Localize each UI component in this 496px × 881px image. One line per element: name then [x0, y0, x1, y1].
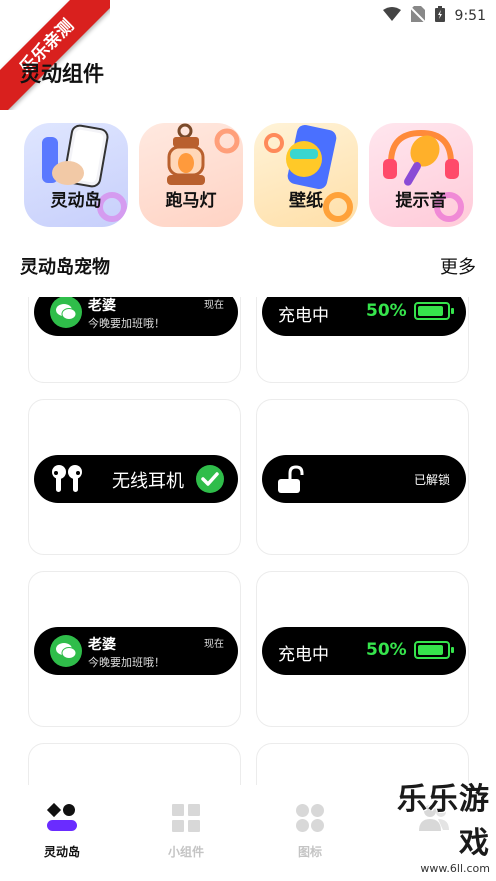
category-label: 壁纸: [289, 191, 323, 211]
wechat-notification-pill: 老婆 今晚要加班哦！ 现在: [34, 297, 238, 336]
widget-card[interactable]: [28, 743, 241, 785]
charging-percent: 50%: [366, 301, 407, 321]
nav-label: 图标: [297, 845, 322, 859]
category-dynamic-island[interactable]: 灵动岛: [24, 123, 128, 227]
category-notification-sound[interactable]: 提示音: [369, 123, 473, 227]
bottom-nav: 灵动岛 小组件 图标 乐乐游戏 www.6ll.com: [0, 782, 496, 881]
nav-label: 小组件: [167, 845, 204, 859]
message-text: 今晚要加班哦！: [88, 656, 165, 669]
widget-card-wechat[interactable]: 老婆 今晚要加班哦！ 现在: [28, 297, 241, 383]
category-label: 跑马灯: [165, 191, 217, 211]
battery-icon: [414, 302, 454, 320]
message-text: 今晚要加班哦！: [88, 317, 165, 330]
widgets-icon: [172, 804, 200, 832]
unlock-icon: [278, 465, 304, 493]
sender-name: 老婆: [88, 298, 116, 314]
dynamic-island-icon: [46, 802, 77, 831]
category-marquee-light[interactable]: 跑马灯: [139, 123, 243, 227]
widget-card-wechat[interactable]: 老婆 今晚要加班哦！ 现在: [28, 571, 241, 727]
watermark-url: www.6ll.com: [420, 862, 490, 875]
message-time: 现在: [204, 639, 224, 650]
section-title: 灵动岛宠物: [20, 257, 110, 278]
widget-card-charging[interactable]: 充电中 50%: [256, 297, 469, 383]
category-row: 灵动岛 跑马灯 壁纸 提示音: [24, 123, 474, 227]
earphones-pill: 无线耳机: [34, 455, 238, 503]
message-time: 现在: [204, 300, 224, 311]
ribbon-text: 乐乐亲测: [0, 0, 110, 110]
unlocked-pill: 已解锁: [262, 455, 466, 503]
category-wallpaper[interactable]: 壁纸: [254, 123, 358, 227]
wechat-icon: [50, 635, 82, 667]
phone-icon: [42, 124, 127, 222]
nav-widgets[interactable]: 小组件: [146, 803, 226, 860]
status-time: 9:51: [454, 8, 486, 24]
charging-label: 充电中: [278, 645, 329, 665]
lantern-icon: [167, 123, 240, 185]
charging-percent: 50%: [366, 640, 407, 660]
widget-grid[interactable]: 老婆 今晚要加班哦！ 现在 充电中 50% 无线耳机 已解锁 老婆 今晚要加班哦…: [0, 297, 496, 785]
category-label: 灵动岛: [50, 191, 102, 211]
promo-ribbon: 乐乐亲测: [0, 0, 110, 110]
status-icons: 9:51: [382, 6, 486, 26]
earphones-icon: [52, 465, 82, 492]
wallpaper-icon: [264, 124, 353, 222]
wechat-icon: [50, 297, 82, 328]
charging-pill: 充电中 50%: [262, 627, 466, 675]
microphone-icon: [383, 129, 464, 222]
watermark: 乐乐游戏 www.6ll.com: [370, 774, 490, 875]
icons-icon: [296, 804, 324, 832]
wifi-icon: [382, 7, 401, 25]
check-icon: [196, 465, 224, 493]
widget-card-earphones[interactable]: 无线耳机: [28, 399, 241, 555]
more-link[interactable]: 更多: [440, 253, 476, 279]
battery-icon: [434, 6, 445, 26]
nav-dynamic-island[interactable]: 灵动岛: [22, 802, 102, 860]
no-sim-icon: [409, 6, 426, 26]
page-title: 灵动组件: [20, 62, 104, 86]
unlocked-label: 已解锁: [413, 473, 450, 487]
sender-name: 老婆: [88, 637, 116, 653]
watermark-brand: 乐乐游戏: [397, 782, 490, 861]
wechat-notification-pill: 老婆 今晚要加班哦！ 现在: [34, 627, 238, 675]
charging-pill: 充电中 50%: [262, 297, 466, 336]
category-label: 提示音: [395, 191, 447, 211]
battery-icon: [414, 641, 454, 659]
widget-card-charging[interactable]: 充电中 50%: [256, 571, 469, 727]
earphones-label: 无线耳机: [112, 471, 184, 492]
nav-icons[interactable]: 图标: [270, 803, 350, 860]
nav-label: 灵动岛: [43, 845, 80, 859]
widget-card-unlocked[interactable]: 已解锁: [256, 399, 469, 555]
charging-label: 充电中: [278, 306, 329, 326]
